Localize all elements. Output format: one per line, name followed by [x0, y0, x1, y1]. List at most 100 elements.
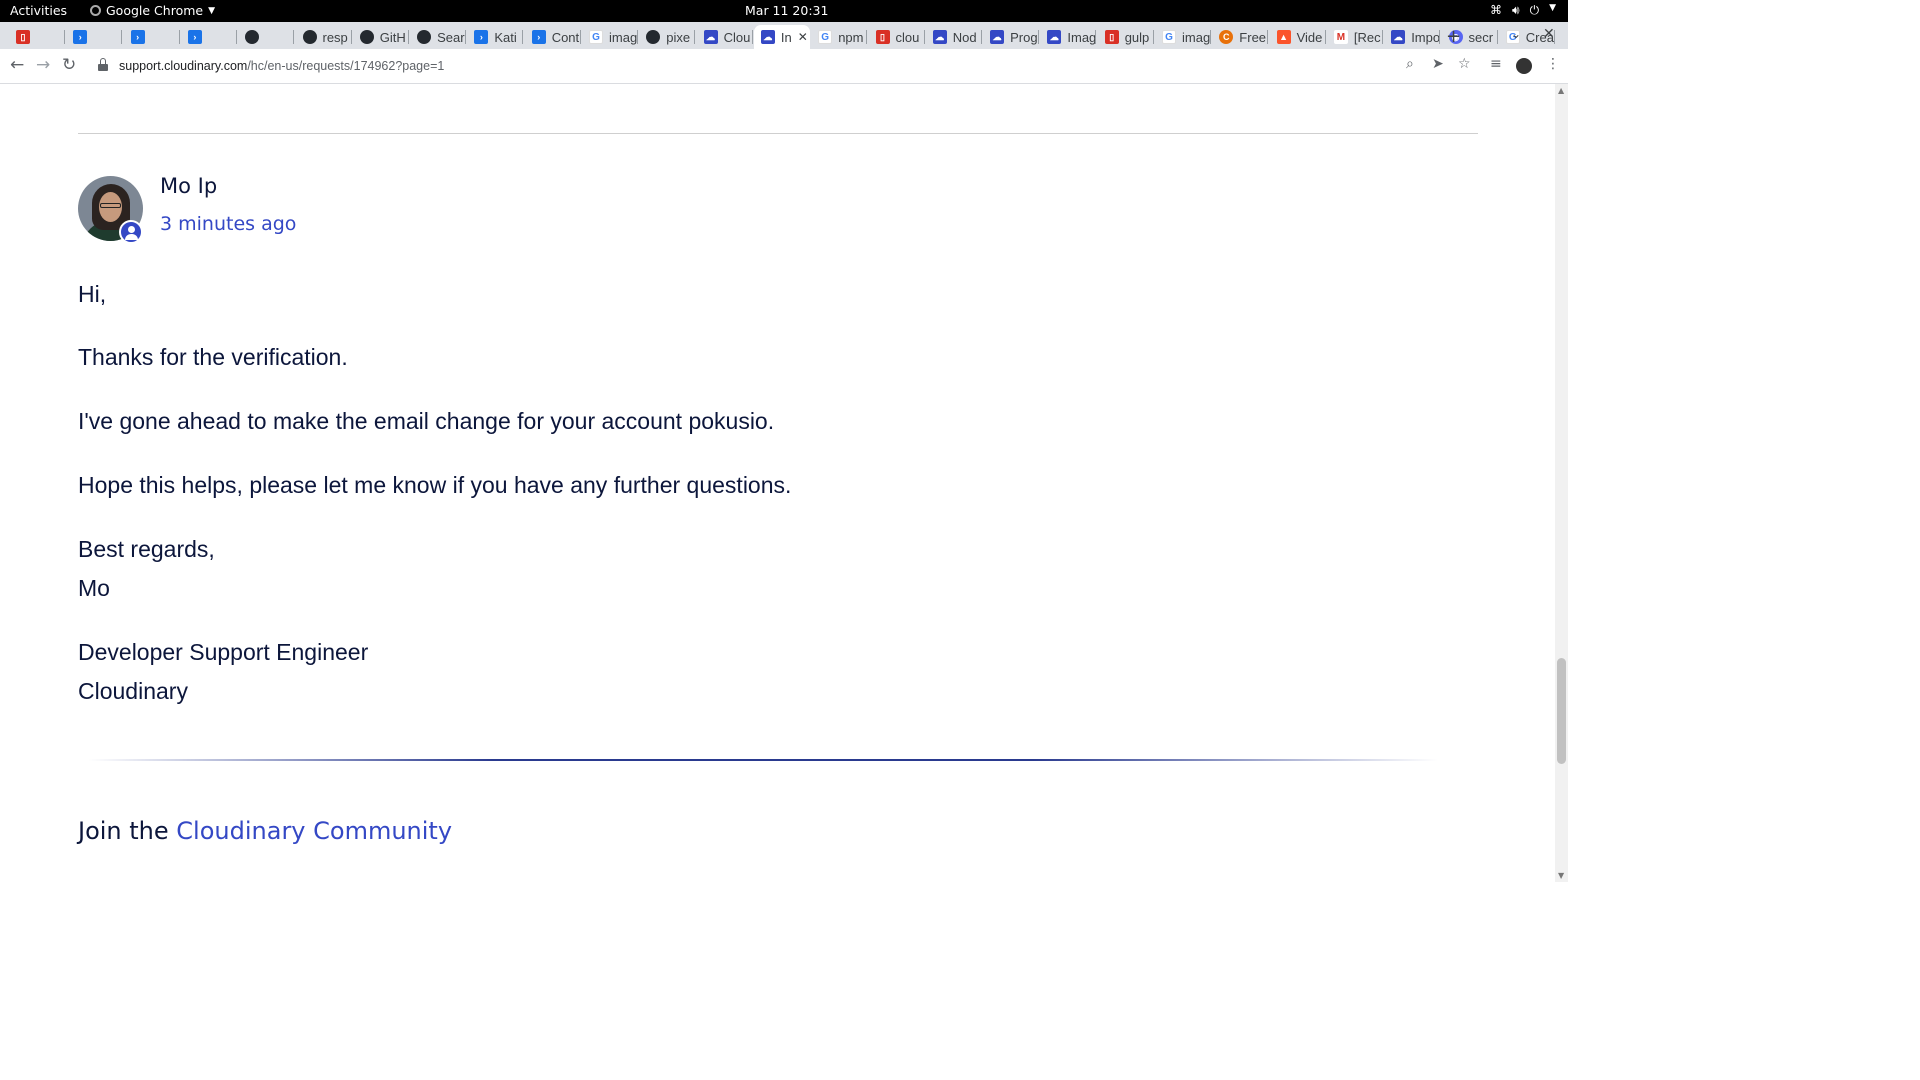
comment-paragraph: Thanks for the verification.	[78, 344, 348, 370]
tab-search-button[interactable]: ⌄	[1511, 27, 1521, 41]
join-prefix: Join the	[78, 817, 177, 845]
bookmark-star-icon[interactable]: ☆	[1458, 56, 1471, 72]
tab-label: Imag	[1067, 29, 1097, 45]
tab-label: Vide	[1296, 29, 1323, 45]
orange-circle-icon: C	[1219, 30, 1234, 44]
browser-tab[interactable]: ›	[181, 25, 237, 49]
browser-tab[interactable]: ☁ Imag	[1040, 25, 1097, 49]
tab-close-icon[interactable]: ✕	[798, 30, 808, 44]
address-bar[interactable]: support.cloudinary.com/hc/en-us/requests…	[92, 53, 1392, 79]
clock[interactable]: Mar 11 20:31	[745, 3, 828, 18]
activities-button[interactable]: Activities	[10, 3, 67, 18]
comment-paragraph: Hi,	[78, 281, 107, 307]
system-tray[interactable]: ⌘ 🔊︎ ⏻ ▼	[1490, 3, 1556, 18]
reload-icon[interactable]: ↻	[62, 55, 76, 75]
tab-separator	[121, 30, 123, 44]
browser-tab[interactable]: ☁ Prog	[983, 25, 1040, 49]
comment-paragraph: Cloudinary	[78, 678, 188, 704]
chrome-app-icon	[90, 5, 101, 16]
zoom-icon[interactable]: ⌕	[1406, 56, 1414, 72]
tab-label: clou	[895, 29, 920, 45]
tab-separator	[980, 30, 982, 44]
browser-tab[interactable]: Gimag	[582, 25, 638, 49]
comment-paragraph: Best regards,	[78, 536, 215, 562]
browser-tab[interactable]: M [Rec	[1327, 25, 1383, 49]
tab-separator	[178, 30, 180, 44]
tab-label: imag	[1182, 29, 1211, 45]
cloudinary-icon: ☁	[932, 30, 947, 44]
power-icon: ⏻	[1529, 3, 1540, 17]
browser-tab[interactable]: ☁ Clou	[697, 25, 753, 49]
cloudinary-icon: ☁	[760, 30, 775, 44]
tab-label: Clou	[723, 29, 751, 45]
browser-tab[interactable]: C Free	[1212, 25, 1269, 49]
scroll-up-icon[interactable]: ▲	[1558, 86, 1564, 95]
media-controls-icon[interactable]: ≡	[1490, 56, 1502, 72]
tab-separator	[522, 30, 524, 44]
browser-tab[interactable]: ☁ In ✕	[753, 25, 810, 49]
new-tab-button[interactable]: +	[1446, 26, 1461, 47]
github-icon	[359, 30, 374, 44]
tab-separator	[923, 30, 925, 44]
cloudinary-icon: ☁	[1391, 30, 1406, 44]
red-square-icon: ▯	[1104, 30, 1119, 44]
community-heading: Join the Cloudinary Community	[78, 817, 452, 845]
lock-icon[interactable]	[98, 58, 108, 71]
browser-tab[interactable]: ☁ Nod	[926, 25, 982, 49]
tab-label: Sear	[437, 29, 465, 45]
kebab-menu-icon[interactable]: ⋮	[1546, 56, 1560, 72]
browser-tab[interactable]	[238, 25, 295, 49]
comment-paragraph: Mo	[78, 575, 110, 601]
browser-tab[interactable]: › Kati	[467, 25, 524, 49]
page-scrollbar[interactable]: ▲ ▼	[1555, 84, 1568, 882]
tab-label: Impo	[1411, 29, 1441, 45]
profile-avatar-icon[interactable]	[1516, 58, 1532, 74]
browser-tab[interactable]: › Cont	[525, 25, 581, 49]
github-icon	[646, 30, 661, 44]
tab-separator	[694, 30, 696, 44]
comment-separator	[78, 133, 1478, 134]
tab-separator	[1038, 30, 1040, 44]
tab-separator	[637, 30, 638, 44]
browser-tab[interactable]: Gnpm	[811, 25, 868, 49]
send-icon[interactable]: ➤	[1432, 56, 1444, 72]
scrollbar-thumb[interactable]	[1557, 658, 1566, 764]
url-path: /hc/en-us/requests/174962?page=1	[247, 59, 445, 73]
caret-down-icon: ▼	[1549, 3, 1556, 13]
browser-tab[interactable]: ▯	[9, 25, 65, 49]
tab-separator	[293, 30, 295, 44]
scroll-down-icon[interactable]: ▼	[1558, 871, 1564, 880]
browser-tab[interactable]: ›	[124, 25, 180, 49]
tab-strip: ▯ › › › resp GitH Sear › Kati › Cont Gimag pixe ☁ Clou…	[0, 22, 1568, 49]
comment-paragraph: Developer Support Engineer	[78, 639, 369, 665]
url-host: support.cloudinary.com	[119, 59, 248, 73]
browser-toolbar: ← → ↻ support.cloudinary.com/hc/en-us/re…	[0, 49, 1568, 84]
browser-tab[interactable]: Sear	[410, 25, 467, 49]
google-icon: G	[818, 30, 833, 44]
app-menu[interactable]: Google Chrome ▼	[90, 3, 215, 18]
browser-tab[interactable]: ›	[66, 25, 123, 49]
browser-tab[interactable]: ▯ gulp	[1098, 25, 1154, 49]
cloudinary-icon: ☁	[990, 30, 1005, 44]
red-square-icon: ▯	[16, 30, 30, 44]
comment-author: Mo Ip	[160, 174, 218, 198]
tab-label: Kati	[494, 29, 517, 45]
browser-tab[interactable]: ▲ Vide	[1270, 25, 1326, 49]
browser-tab[interactable]: GitH	[353, 25, 409, 49]
browser-tab[interactable]: Gimag	[1155, 25, 1211, 49]
community-link[interactable]: Cloudinary Community	[176, 817, 452, 845]
browser-tab[interactable]: pixe	[639, 25, 696, 49]
tab-separator	[1496, 30, 1498, 44]
forward-arrow-icon[interactable]: →	[36, 55, 50, 75]
comment-timestamp[interactable]: 3 minutes ago	[160, 213, 296, 235]
tab-separator	[64, 30, 65, 44]
tab-separator	[1095, 30, 1097, 44]
browser-tab[interactable]: resp	[296, 25, 352, 49]
browser-tab[interactable]: ▯ clou	[869, 25, 925, 49]
back-arrow-icon[interactable]: ←	[10, 55, 24, 75]
tab-label: resp	[322, 29, 348, 45]
tab-label: secr	[1468, 29, 1494, 45]
window-close-button[interactable]: ✕	[1543, 26, 1555, 42]
system-top-bar: Activities Google Chrome ▼ Mar 11 20:31 …	[0, 0, 1568, 22]
browser-tab[interactable]: ☁ Impo	[1384, 25, 1441, 49]
